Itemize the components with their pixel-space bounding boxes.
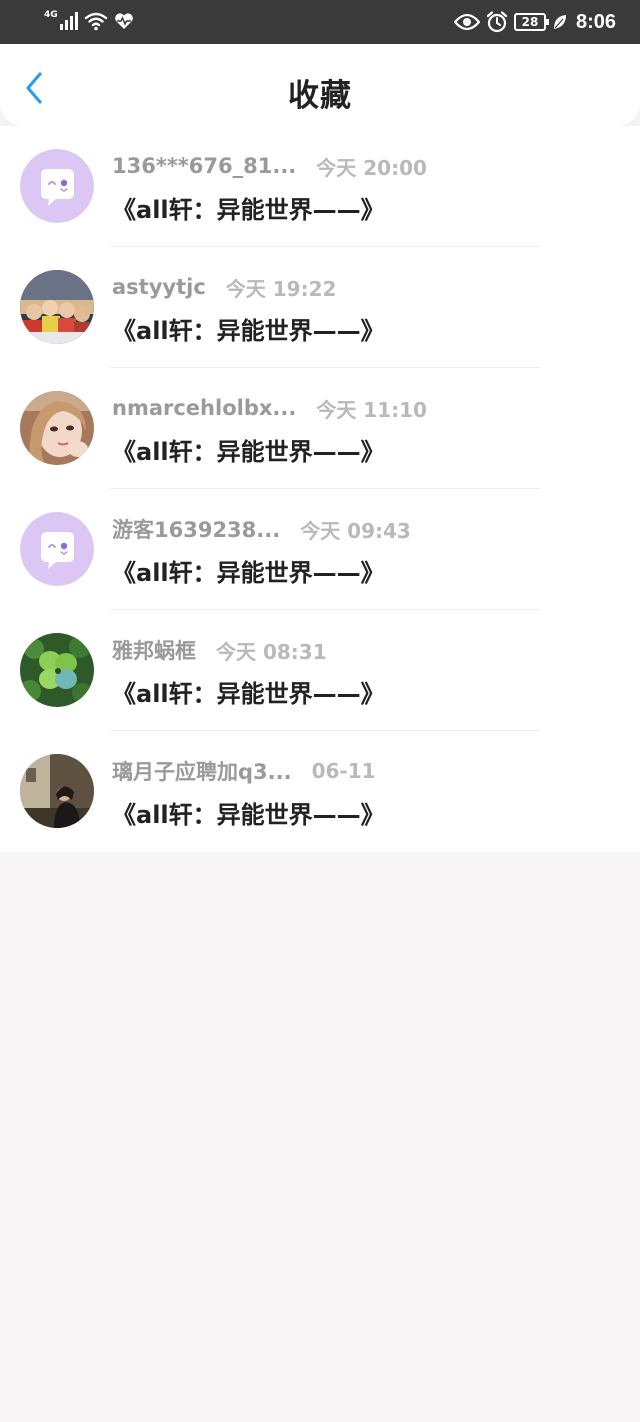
clock: 8:06 <box>575 10 616 33</box>
battery-icon: 28 <box>513 13 549 31</box>
heart-monitor-icon <box>114 13 133 29</box>
wifi-icon <box>84 12 107 31</box>
list-item[interactable]: 璃月子应聘加q3... 06-11 《all轩：异能世界——》 <box>0 731 640 852</box>
list-item[interactable]: 136***676_81... 今天 20:00 《all轩：异能世界——》 <box>0 126 640 247</box>
group-photo-avatar[interactable] <box>20 270 94 344</box>
leaf-icon <box>553 15 566 29</box>
book-title[interactable]: 《all轩：异能世界——》 <box>112 795 385 830</box>
signal-icon <box>59 12 78 30</box>
status-bar: 4G 28 8:06 <box>0 0 640 44</box>
username[interactable]: astyytjc <box>112 275 206 299</box>
list-item[interactable]: astyytjc 今天 19:22 《all轩：异能世界——》 <box>0 247 640 368</box>
nav-bar: 收藏 <box>0 44 640 126</box>
clover-photo-avatar[interactable] <box>20 633 94 707</box>
book-title[interactable]: 《all轩：异能世界——》 <box>112 674 385 709</box>
status-right: 28 8:06 <box>453 8 616 36</box>
username[interactable]: 游客1639238... <box>112 514 280 544</box>
list-item[interactable]: 游客1639238... 今天 09:43 《all轩：异能世界——》 <box>0 489 640 610</box>
book-title[interactable]: 《all轩：异能世界——》 <box>112 311 385 346</box>
timestamp: 今天 08:31 <box>216 639 327 664</box>
book-title[interactable]: 《all轩：异能世界——》 <box>112 432 385 467</box>
item-meta: 136***676_81... 今天 20:00 <box>112 152 427 180</box>
item-meta: astyytjc 今天 19:22 <box>112 273 336 301</box>
username[interactable]: nmarcehlolbx... <box>112 396 296 420</box>
network-type: 4G <box>44 10 58 20</box>
timestamp: 今天 11:10 <box>316 397 427 422</box>
item-meta: nmarcehlolbx... 今天 11:10 <box>112 394 427 422</box>
book-title[interactable]: 《all轩：异能世界——》 <box>112 553 385 588</box>
username[interactable]: 璃月子应聘加q3... <box>112 756 292 786</box>
username[interactable]: 136***676_81... <box>112 154 296 178</box>
status-left: 4G <box>44 9 134 33</box>
timestamp: 今天 20:00 <box>316 155 427 180</box>
page-title: 收藏 <box>288 78 352 114</box>
alarm-icon <box>486 11 508 33</box>
item-meta: 璃月子应聘加q3... 06-11 <box>112 757 376 785</box>
room-photo-avatar[interactable] <box>20 754 94 828</box>
timestamp: 今天 09:43 <box>300 518 411 543</box>
list-item[interactable]: nmarcehlolbx... 今天 11:10 《all轩：异能世界——》 <box>0 368 640 489</box>
default-avatar-icon[interactable] <box>20 149 94 223</box>
girl-photo-avatar[interactable] <box>20 391 94 465</box>
timestamp: 今天 19:22 <box>225 276 337 301</box>
timestamp: 06-11 <box>311 759 376 783</box>
list-item[interactable]: 雅邦蜗框 今天 08:31 《all轩：异能世界——》 <box>0 610 640 731</box>
item-meta: 雅邦蜗框 今天 08:31 <box>112 636 327 664</box>
favorites-list: 136***676_81... 今天 20:00 《all轩：异能世界——》 a… <box>0 126 640 852</box>
book-title[interactable]: 《all轩：异能世界——》 <box>112 190 385 225</box>
eye-icon <box>453 13 480 31</box>
item-meta: 游客1639238... 今天 09:43 <box>112 515 411 543</box>
username[interactable]: 雅邦蜗框 <box>112 635 196 665</box>
default-avatar-icon[interactable] <box>20 512 94 586</box>
